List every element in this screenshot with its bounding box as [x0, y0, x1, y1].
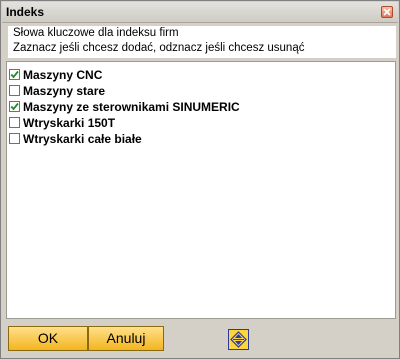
description-line-1: Słowa kluczowe dla indeksu firm [13, 27, 179, 39]
list-item[interactable]: Wtryskarki 150T [9, 115, 393, 131]
close-icon [383, 8, 391, 16]
description-line-2: Zaznacz jeśli chcesz dodać, odznacz jeśl… [13, 42, 305, 54]
checkmark-icon [10, 70, 19, 79]
list-item[interactable]: Maszyny stare [9, 83, 393, 99]
item-label: Wtryskarki całe białe [23, 132, 142, 146]
expand-collapse-button[interactable] [228, 329, 249, 350]
item-label: Maszyny ze sterownikami SINUMERIC [23, 100, 240, 114]
ok-button[interactable]: OK [8, 326, 88, 351]
item-label: Wtryskarki 150T [23, 116, 116, 130]
cancel-button[interactable]: Anuluj [88, 326, 164, 351]
list-item[interactable]: Maszyny ze sterownikami SINUMERIC [9, 99, 393, 115]
keyword-list: Maszyny CNC Maszyny stare Maszyny ze ste… [6, 61, 396, 319]
item-label: Maszyny stare [23, 84, 106, 98]
close-button[interactable] [381, 6, 393, 18]
checkbox[interactable] [9, 133, 20, 144]
title-bar[interactable]: Indeks [2, 2, 398, 23]
checkmark-icon [10, 102, 19, 111]
checkbox[interactable] [9, 101, 20, 112]
checkbox[interactable] [9, 85, 20, 96]
dialog-window: Indeks Słowa kluczowe dla indeksu firm Z… [0, 0, 400, 359]
item-label: Maszyny CNC [23, 68, 103, 82]
description-panel: Słowa kluczowe dla indeksu firm Zaznacz … [8, 26, 396, 58]
list-item[interactable]: Maszyny CNC [9, 67, 393, 83]
button-bar: OK Anuluj [6, 323, 396, 355]
list-item[interactable]: Wtryskarki całe białe [9, 131, 393, 147]
expand-collapse-icon [230, 331, 247, 348]
window-title: Indeks [6, 5, 45, 19]
checkbox[interactable] [9, 69, 20, 80]
checkbox[interactable] [9, 117, 20, 128]
